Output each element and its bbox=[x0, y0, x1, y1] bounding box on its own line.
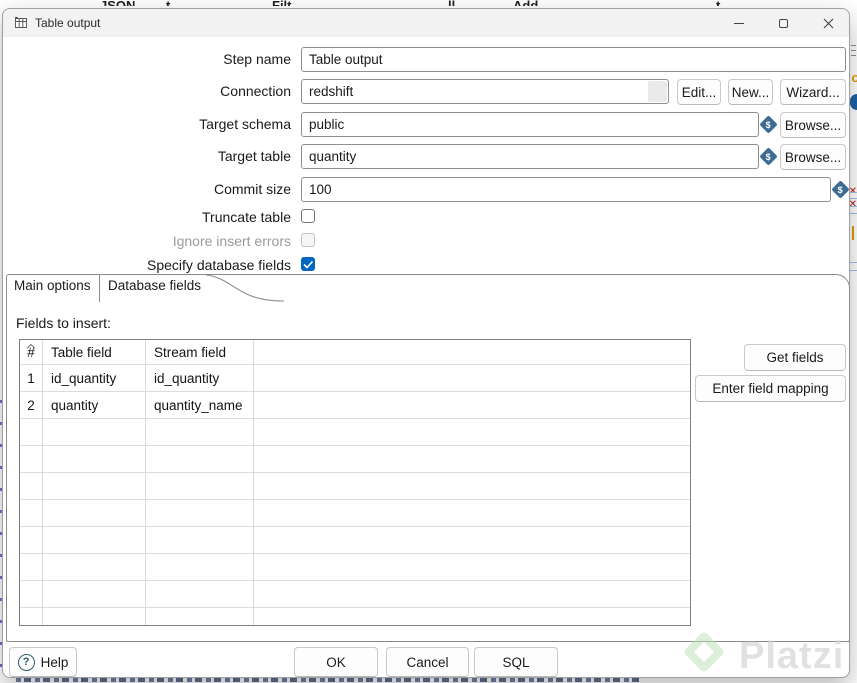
table-row-empty[interactable] bbox=[20, 446, 690, 473]
tab-main-options[interactable]: Main options bbox=[14, 278, 91, 293]
tab-divider bbox=[99, 274, 100, 302]
target-table-label: Target table bbox=[217, 148, 291, 164]
background-canvas-top-strip: JSON t Filt ll Add t bbox=[0, 0, 857, 6]
ignore-insert-errors-checkbox bbox=[301, 233, 315, 247]
table-row-empty[interactable] bbox=[20, 608, 690, 625]
hop-line-fragment bbox=[850, 262, 857, 263]
fields-table[interactable]: # Table field Stream field 1 id_quantity… bbox=[19, 339, 691, 626]
hop-line-fragment bbox=[850, 192, 857, 193]
target-schema-browse-button[interactable]: Browse... bbox=[780, 112, 846, 138]
connection-input[interactable] bbox=[301, 79, 669, 104]
close-button[interactable] bbox=[806, 9, 851, 37]
background-canvas-right-strip: ol ✕ ✕ bbox=[849, 0, 857, 683]
connection-combo-icon[interactable] bbox=[648, 81, 667, 102]
specify-database-fields-label: Specify database fields bbox=[147, 257, 291, 273]
table-row-empty[interactable] bbox=[20, 581, 690, 608]
hop-line-fragment bbox=[850, 270, 857, 271]
bg-step-label-fragment: ll bbox=[448, 0, 455, 6]
table-row-empty[interactable] bbox=[20, 419, 690, 446]
step-name-input[interactable] bbox=[301, 47, 846, 72]
target-table-browse-button[interactable]: Browse... bbox=[780, 144, 846, 170]
hop-line-fragment bbox=[850, 206, 857, 207]
variable-substitution-icon: $ bbox=[759, 147, 778, 166]
bg-step-label-fragment: t bbox=[716, 0, 720, 6]
table-row-empty[interactable] bbox=[20, 554, 690, 581]
stream-field-cell[interactable]: id_quantity bbox=[145, 371, 253, 386]
truncate-table-checkbox[interactable] bbox=[301, 209, 315, 223]
sort-ascending-icon bbox=[28, 343, 34, 349]
maximize-button[interactable] bbox=[761, 9, 806, 37]
table-field-cell[interactable]: quantity bbox=[42, 398, 145, 413]
active-tab-curve bbox=[206, 274, 285, 303]
column-separator bbox=[253, 340, 254, 625]
table-output-dialog: Table output Step name Connection Edit..… bbox=[2, 8, 850, 678]
table-output-step-icon bbox=[14, 16, 28, 30]
bg-step-label-fragment: Add bbox=[513, 0, 538, 6]
column-header-num[interactable]: # bbox=[20, 345, 42, 360]
connection-edit-button[interactable]: Edit... bbox=[677, 79, 721, 105]
step-name-label: Step name bbox=[223, 51, 291, 67]
connection-wizard-button[interactable]: Wizard... bbox=[780, 79, 846, 105]
column-header-table-field[interactable]: Table field bbox=[42, 345, 145, 360]
bg-step-label-fragment: t bbox=[166, 0, 170, 6]
row-number: 2 bbox=[27, 397, 35, 413]
table-row-empty[interactable] bbox=[20, 500, 690, 527]
target-schema-label: Target schema bbox=[199, 116, 291, 132]
ignore-insert-errors-label: Ignore insert errors bbox=[172, 233, 291, 249]
connection-label: Connection bbox=[220, 83, 291, 99]
table-row-empty[interactable] bbox=[20, 527, 690, 554]
target-schema-input[interactable] bbox=[301, 112, 759, 137]
table-field-cell[interactable]: id_quantity bbox=[42, 371, 145, 386]
help-button[interactable]: ? Help bbox=[9, 647, 77, 677]
column-separator bbox=[42, 340, 43, 625]
target-table-input[interactable] bbox=[301, 144, 759, 169]
table-row[interactable]: 2 quantity quantity_name bbox=[20, 392, 690, 419]
column-separator bbox=[145, 340, 146, 625]
help-label: Help bbox=[40, 654, 69, 670]
ok-button[interactable]: OK bbox=[294, 647, 378, 677]
table-row[interactable]: 1 id_quantity id_quantity bbox=[20, 365, 690, 392]
table-header-row[interactable]: # Table field Stream field bbox=[20, 340, 690, 365]
annotation-text-fragment: ol bbox=[851, 70, 857, 85]
screen: JSON t Filt ll Add t ol ✕ ✕ bbox=[0, 0, 857, 683]
window-title: Table output bbox=[35, 16, 101, 30]
commit-size-input[interactable] bbox=[301, 177, 831, 202]
hop-line-fragment bbox=[850, 198, 857, 199]
commit-size-label: Commit size bbox=[213, 181, 291, 197]
enter-field-mapping-button[interactable]: Enter field mapping bbox=[695, 375, 846, 402]
help-icon: ? bbox=[17, 653, 35, 671]
row-number: 1 bbox=[27, 370, 35, 386]
blue-node-icon-fragment bbox=[850, 94, 857, 110]
specify-database-fields-checkbox[interactable] bbox=[301, 257, 315, 271]
hop-line-fragment bbox=[850, 213, 857, 214]
titlebar[interactable]: Table output bbox=[3, 9, 849, 37]
stream-field-cell[interactable]: quantity_name bbox=[145, 398, 253, 413]
bg-step-label-fragment: JSON bbox=[100, 0, 135, 6]
table-row-empty[interactable] bbox=[20, 473, 690, 500]
truncate-table-label: Truncate table bbox=[202, 209, 291, 225]
column-header-stream-field[interactable]: Stream field bbox=[145, 345, 253, 360]
minimize-button[interactable] bbox=[716, 9, 761, 37]
orange-mark-fragment bbox=[852, 226, 854, 240]
connection-new-button[interactable]: New... bbox=[728, 79, 773, 105]
fields-to-insert-caption: Fields to insert: bbox=[16, 315, 111, 331]
variable-substitution-icon: $ bbox=[831, 180, 850, 199]
tab-database-fields[interactable]: Database fields bbox=[108, 278, 201, 293]
cancel-button[interactable]: Cancel bbox=[386, 647, 469, 677]
sql-button[interactable]: SQL bbox=[474, 647, 558, 677]
variable-substitution-icon: $ bbox=[759, 115, 778, 134]
bg-step-label-fragment: Filt bbox=[272, 0, 292, 6]
menu-lines-icon-fragment bbox=[851, 45, 856, 59]
get-fields-button[interactable]: Get fields bbox=[744, 344, 846, 371]
